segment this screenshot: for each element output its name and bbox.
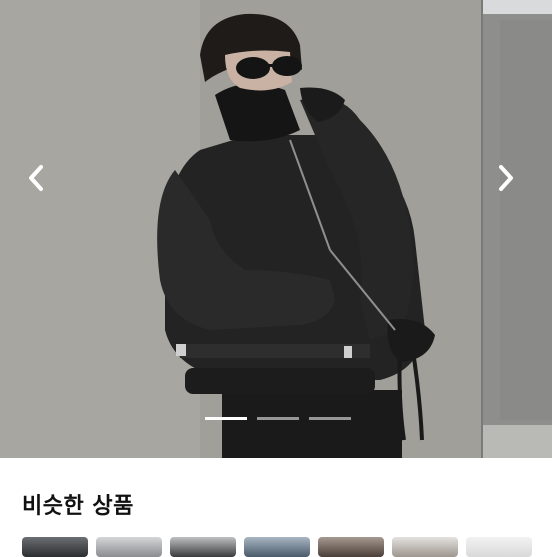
product-image-carousel[interactable]	[0, 0, 552, 458]
chevron-right-icon	[499, 165, 513, 191]
similar-product-thumbnail[interactable]	[22, 537, 88, 557]
carousel-dot-1[interactable]	[205, 417, 247, 420]
carousel-prev-button[interactable]	[25, 163, 57, 199]
product-photo	[0, 0, 552, 458]
carousel-indicator	[205, 417, 351, 421]
similar-product-thumbnail[interactable]	[466, 537, 532, 557]
carousel-dot-2[interactable]	[257, 417, 299, 420]
chevron-left-icon	[29, 165, 43, 191]
similar-product-thumbnail[interactable]	[96, 537, 162, 557]
carousel-dot-3[interactable]	[309, 417, 351, 420]
similar-products-title: 비슷한 상품	[22, 494, 134, 519]
similar-product-thumbnail[interactable]	[318, 537, 384, 557]
similar-product-thumbnail[interactable]	[392, 537, 458, 557]
similar-product-thumbnail[interactable]	[244, 537, 310, 557]
similar-products-list	[22, 537, 532, 557]
similar-product-thumbnail[interactable]	[170, 537, 236, 557]
carousel-next-button[interactable]	[495, 163, 527, 199]
